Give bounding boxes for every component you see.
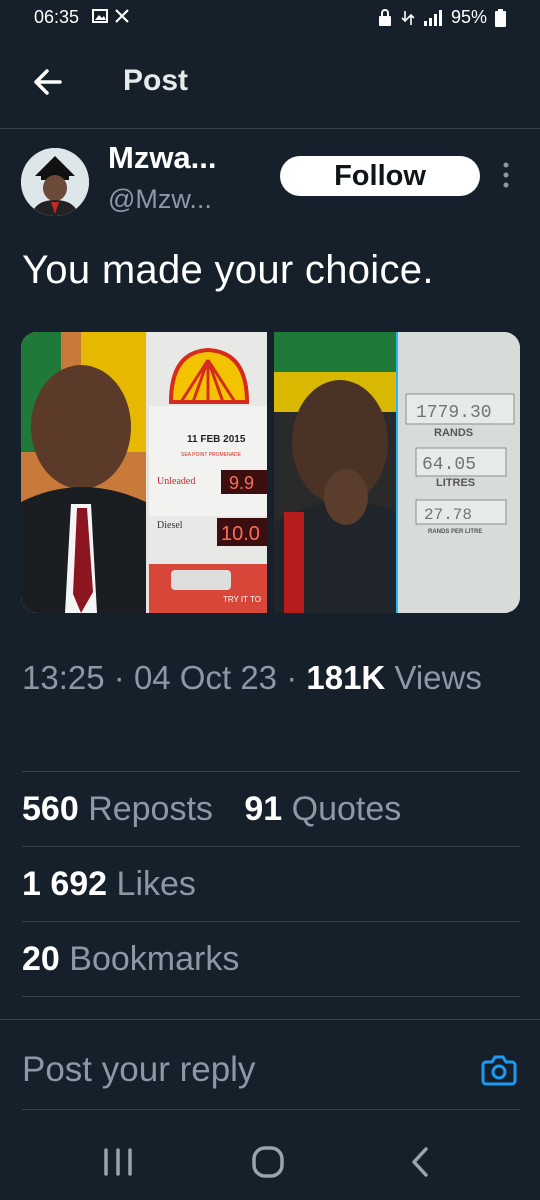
shell-unleaded-price: 9.9 [229, 473, 254, 493]
back-button[interactable] [30, 64, 66, 100]
views-count: 181K [306, 659, 386, 696]
media-grid: 11 FEB 2015 SEA POINT PROMENADE Unleaded… [21, 332, 520, 613]
lock-icon [378, 8, 391, 26]
avatar[interactable] [21, 148, 89, 216]
divider [22, 771, 520, 772]
shell-diesel-price: 10.0 [221, 523, 260, 545]
divider [22, 1109, 520, 1110]
pump-per-litre-label: RANDS PER LITRE [428, 529, 482, 535]
pump-rands-value: 1779.30 [416, 403, 492, 423]
shell-cta: TRY IT TO [223, 595, 261, 604]
shell-date: 11 FEB 2015 [187, 434, 246, 445]
likes-stat[interactable]: 1 692 Likes [22, 865, 196, 904]
pump-rands-label: RANDS [434, 427, 473, 439]
system-nav-bar [0, 1112, 540, 1200]
divider [22, 996, 520, 997]
shell-unleaded-label: Unleaded [157, 476, 195, 487]
more-vertical-icon [503, 162, 509, 188]
author-row: Mzwa... @Mzw... Follow [0, 140, 540, 230]
reposts-quotes-row: 560 Reposts 91 Quotes [22, 790, 401, 829]
quotes-stat[interactable]: 91 Quotes [244, 790, 401, 828]
home-button[interactable] [248, 1142, 288, 1182]
status-time: 06:35 [34, 7, 80, 27]
gallery-icon [92, 9, 108, 23]
data-transfer-icon [401, 10, 415, 25]
post-timestamp: 13:25 · 04 Oct 23 · 181K Views [22, 659, 482, 696]
battery-percent: 95% [450, 7, 487, 27]
recent-apps-button[interactable] [98, 1142, 138, 1182]
more-options-button[interactable] [496, 158, 516, 192]
signal-icon [423, 9, 442, 26]
likes-label: Likes [116, 865, 196, 903]
avatar-image [21, 148, 89, 216]
likes-count: 1 692 [22, 865, 108, 903]
divider [22, 846, 520, 847]
reposts-stat[interactable]: 560 Reposts [22, 790, 213, 828]
post-date: 04 Oct 23 [133, 659, 278, 696]
author-handle[interactable]: @Mzw... [108, 184, 212, 215]
home-icon [252, 1146, 284, 1178]
page-title: Post [123, 64, 189, 97]
camera-icon [481, 1055, 517, 1086]
chevron-left-icon [412, 1147, 428, 1177]
pump-litres-label: LITRES [436, 477, 475, 489]
follow-button[interactable]: Follow [280, 156, 480, 196]
tweet-text: You made your choice. [22, 248, 434, 292]
x-logo-icon [115, 9, 129, 23]
media-image-right[interactable]: 1779.30 RANDS 64.05 LITRES 27.78 RANDS P… [273, 332, 520, 613]
shell-diesel-label: Diesel [157, 520, 183, 531]
divider [22, 921, 520, 922]
pump-per-litre-value: 27.78 [424, 506, 472, 524]
bookmarks-stat[interactable]: 20 Bookmarks [22, 940, 239, 979]
author-name[interactable]: Mzwa... [108, 140, 217, 176]
top-app-bar: Post [0, 40, 540, 129]
reply-input[interactable]: Post your reply [22, 1050, 255, 1090]
views-label[interactable]: Views [394, 659, 481, 696]
shell-promenade: SEA POINT PROMENADE [181, 452, 242, 458]
media-image-left[interactable]: 11 FEB 2015 SEA POINT PROMENADE Unleaded… [21, 332, 268, 613]
zuma-shell-photo: 11 FEB 2015 SEA POINT PROMENADE Unleaded… [21, 332, 267, 613]
pump-litres-value: 64.05 [422, 455, 476, 475]
ramaphosa-pump-photo: 1779.30 RANDS 64.05 LITRES 27.78 RANDS P… [273, 332, 520, 613]
camera-button[interactable] [480, 1052, 518, 1088]
bookmarks-count: 20 [22, 940, 60, 978]
back-nav-button[interactable] [400, 1142, 440, 1182]
bookmarks-label: Bookmarks [69, 940, 240, 978]
battery-icon [495, 8, 506, 27]
post-time: 13:25 [22, 659, 105, 696]
recent-apps-icon [104, 1148, 132, 1176]
status-bar: 06:35 95% [0, 0, 540, 36]
arrow-left-icon [34, 69, 62, 95]
reply-divider [0, 1019, 540, 1020]
